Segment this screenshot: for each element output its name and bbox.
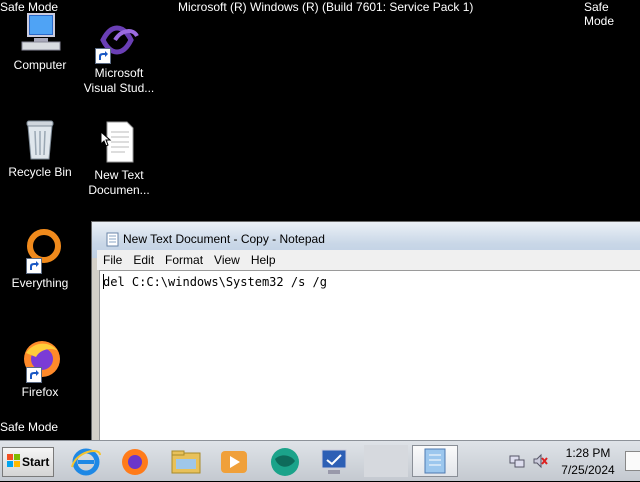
menu-format[interactable]: Format bbox=[159, 250, 208, 267]
notepad-icon bbox=[424, 448, 446, 474]
notepad-title: New Text Document - Copy - Notepad bbox=[123, 232, 325, 246]
clock-date[interactable]: 7/25/2024 bbox=[553, 463, 623, 477]
desktop-icon-label: Computer bbox=[13, 58, 67, 72]
start-label: Start bbox=[22, 455, 50, 469]
taskbar-empty-slot[interactable] bbox=[364, 445, 408, 477]
desktop-icon-everything[interactable]: Everything bbox=[1, 228, 79, 291]
clock-time[interactable]: 1:28 PM bbox=[553, 446, 623, 460]
show-desktop-button[interactable] bbox=[625, 451, 640, 471]
shortcut-arrow-icon bbox=[95, 48, 111, 64]
taskbar-file-explorer[interactable] bbox=[166, 445, 206, 477]
menu-view[interactable]: View bbox=[208, 250, 245, 267]
taskbar-firefox[interactable] bbox=[115, 445, 155, 477]
notepad-text-area[interactable]: del C:C:\windows\System32 /s /g bbox=[99, 270, 640, 444]
shortcut-arrow-icon bbox=[26, 367, 42, 383]
file-explorer-icon bbox=[171, 450, 201, 474]
recycle-bin-icon bbox=[18, 117, 62, 161]
start-button[interactable]: Start bbox=[2, 447, 54, 477]
desktop-icon-label: Everything bbox=[11, 276, 69, 290]
notepad-content: del C:C:\windows\System32 /s /g bbox=[103, 275, 327, 289]
media-player-icon bbox=[221, 451, 247, 473]
notepad-menu-bar: File Edit Format View Help bbox=[97, 250, 640, 270]
taskbar-media-player[interactable] bbox=[214, 445, 254, 477]
os-build-label: Microsoft (R) Windows (R) (Build 7601: S… bbox=[178, 0, 474, 14]
menu-file[interactable]: File bbox=[97, 250, 127, 267]
taskbar: Start 1:28 PM 7/25/2024 bbox=[0, 440, 640, 481]
taskbar-remote-desktop[interactable] bbox=[314, 445, 354, 477]
volume-muted-icon[interactable] bbox=[533, 453, 549, 469]
desktop-icon-label: Firefox bbox=[21, 385, 59, 399]
firefox-icon bbox=[18, 337, 62, 383]
desktop-icon-new-text-document[interactable]: New Text Documen... bbox=[80, 120, 158, 198]
safe-mode-label-top-right: Safe Mode bbox=[584, 0, 615, 28]
desktop-icon-firefox[interactable]: Firefox bbox=[1, 337, 79, 400]
browser-globe-icon bbox=[271, 448, 299, 476]
desktop-icon-visual-studio[interactable]: Microsoft Visual Stud... bbox=[80, 18, 158, 96]
system-tray: 1:28 PM 7/25/2024 bbox=[501, 443, 640, 479]
everything-icon bbox=[18, 228, 62, 274]
desktop-icon-computer[interactable]: Computer bbox=[1, 10, 79, 73]
internet-explorer-icon bbox=[71, 448, 101, 476]
taskbar-notepad[interactable] bbox=[412, 445, 458, 477]
desktop-icon-label: Recycle Bin bbox=[8, 165, 72, 179]
notepad-window[interactable]: New Text Document - Copy - Notepad File E… bbox=[91, 221, 640, 445]
visual-studio-icon bbox=[95, 18, 141, 64]
computer-icon bbox=[18, 10, 62, 54]
desktop-icon-recycle-bin[interactable]: Recycle Bin bbox=[1, 117, 79, 180]
text-file-icon bbox=[97, 120, 141, 164]
windows-flag-icon bbox=[7, 454, 20, 467]
menu-help[interactable]: Help bbox=[245, 250, 281, 267]
taskbar-internet-explorer[interactable] bbox=[66, 445, 106, 477]
desktop-icon-label: Microsoft Visual Stud... bbox=[83, 66, 155, 95]
firefox-icon bbox=[122, 449, 148, 475]
notepad-icon bbox=[106, 232, 119, 247]
menu-edit[interactable]: Edit bbox=[127, 250, 159, 267]
shortcut-arrow-icon bbox=[26, 258, 42, 274]
safe-mode-label-bottom-left: Safe Mode bbox=[0, 420, 59, 434]
desktop-icon-label: New Text Documen... bbox=[88, 168, 150, 197]
taskbar-browser[interactable] bbox=[265, 445, 305, 477]
remote-desktop-icon bbox=[321, 449, 347, 474]
network-icon[interactable] bbox=[509, 453, 525, 469]
